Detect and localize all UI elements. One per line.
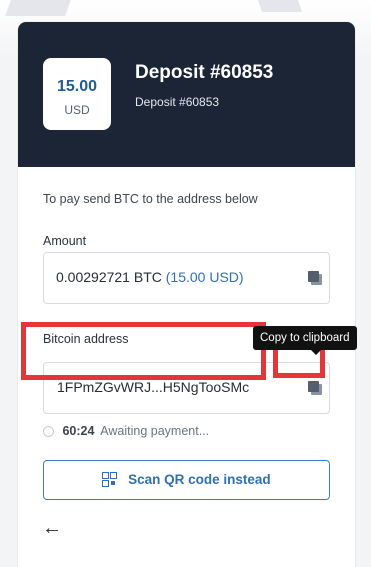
- tooltip-arrow: [310, 349, 322, 355]
- background-decoration: [5, 0, 71, 16]
- payment-status: 60:24 Awaiting payment...: [43, 424, 209, 444]
- bitcoin-address-field[interactable]: 1FPmZGvWRJ...H5NgTooSMc: [43, 362, 330, 414]
- copy-icon[interactable]: [308, 381, 323, 396]
- payment-card: 15.00 USD Deposit #60853 Deposit #60853 …: [18, 22, 357, 567]
- scan-qr-button[interactable]: Scan QR code instead: [43, 460, 330, 500]
- countdown-timer: 60:24: [62, 424, 95, 438]
- amount-label: Amount: [43, 234, 87, 248]
- scan-qr-button-label: Scan QR code instead: [128, 472, 271, 487]
- qr-code-icon: [102, 472, 118, 487]
- spinner-icon: [43, 426, 54, 438]
- arrow-left-icon[interactable]: ←: [42, 518, 62, 538]
- amount-badge: 15.00 USD: [43, 58, 111, 130]
- amount-fiat: (15.00 USD): [165, 269, 244, 285]
- deposit-subtitle: Deposit #60853: [135, 95, 220, 109]
- copy-icon[interactable]: [308, 271, 323, 286]
- copy-tooltip: Copy to clipboard: [253, 326, 357, 350]
- amount-badge-value: 15.00: [56, 78, 98, 95]
- background-decoration: [257, 0, 303, 12]
- address-label: Bitcoin address: [43, 332, 129, 346]
- amount-crypto: 0.00292721 BTC: [56, 269, 162, 285]
- amount-field[interactable]: 0.00292721 BTC (15.00 USD): [43, 252, 330, 304]
- amount-badge-currency: USD: [64, 103, 90, 117]
- status-text: Awaiting payment...: [100, 424, 210, 438]
- amount-value: 0.00292721 BTC (15.00 USD): [56, 269, 244, 285]
- bitcoin-address-value: 1FPmZGvWRJ...H5NgTooSMc: [57, 379, 250, 395]
- deposit-title: Deposit #60853: [135, 62, 274, 83]
- payment-instruction: To pay send BTC to the address below: [43, 192, 258, 206]
- deposit-header: 15.00 USD Deposit #60853 Deposit #60853: [18, 22, 355, 167]
- scan-qr-button-content: Scan QR code instead: [44, 472, 329, 487]
